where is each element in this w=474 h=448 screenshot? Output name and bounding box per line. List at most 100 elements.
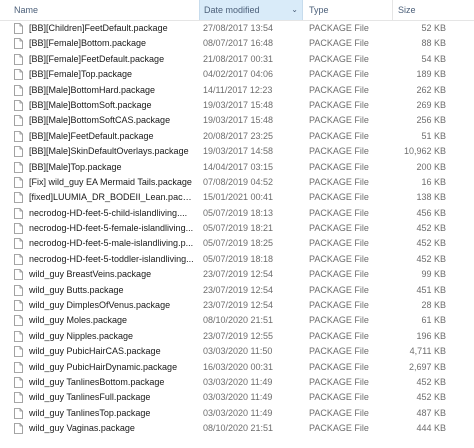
file-name: wild_guy BreastVeins.package: [29, 269, 152, 280]
file-date-modified: 03/03/2020 11:49: [203, 376, 273, 387]
file-size: 138 KB: [416, 192, 446, 203]
file-date-modified: 23/07/2019 12:54: [203, 269, 274, 280]
file-type: PACKAGE File: [309, 284, 369, 295]
file-type: PACKAGE File: [309, 407, 369, 418]
file-size: 16 KB: [421, 176, 446, 187]
file-row[interactable]: necrodog-HD-feet-5-toddler-islandliving.…: [0, 252, 474, 267]
file-type: PACKAGE File: [309, 223, 369, 234]
file-row[interactable]: wild_guy TanlinesBottom.package 03/03/202…: [0, 375, 474, 390]
file-row[interactable]: wild_guy PubicHairDynamic.package 16/03/2…: [0, 360, 474, 375]
file-name: necrodog-HD-feet-5-child-islandliving...…: [29, 207, 188, 218]
file-date-modified: 21/08/2017 00:31: [203, 53, 274, 64]
file-row[interactable]: wild_guy PubicHairCAS.package 03/03/2020 …: [0, 344, 474, 359]
file-name: [BB][Male]SkinDefaultOverlays.package: [29, 146, 189, 157]
file-row[interactable]: wild_guy Butts.package 23/07/2019 12:54 PA…: [0, 283, 474, 298]
file-date-modified: 14/04/2017 03:15: [203, 161, 274, 172]
column-header-date-label: Date modified: [204, 5, 260, 15]
file-size: 200 KB: [416, 161, 446, 172]
file-type: PACKAGE File: [309, 423, 369, 434]
file-size: 452 KB: [416, 238, 446, 249]
file-type: PACKAGE File: [309, 346, 369, 357]
file-type: PACKAGE File: [309, 330, 369, 341]
file-row[interactable]: wild_guy BreastVeins.package 23/07/2019 1…: [0, 267, 474, 282]
file-name: [BB][Female]Bottom.package: [29, 38, 147, 49]
file-name: [fixed]LUUMIA_DR_BODEII_Lean.package: [29, 192, 195, 203]
file-name: [BB][Female]Top.package: [29, 69, 133, 80]
blank-document-icon: [14, 361, 23, 373]
blank-document-icon: [14, 23, 23, 34]
file-date-modified: 23/07/2019 12:54: [203, 284, 274, 295]
file-name: [BB][Female]FeetDefault.package: [29, 53, 165, 64]
file-date-modified: 05/07/2019 18:25: [203, 238, 274, 249]
file-name: [BB][Male]BottomSoftCAS.package: [29, 115, 171, 126]
file-date-modified: 07/08/2019 04:52: [203, 176, 274, 187]
file-type: PACKAGE File: [309, 53, 369, 64]
file-row[interactable]: [BB][Female]FeetDefault.package 21/08/201…: [0, 52, 474, 67]
file-date-modified: 15/01/2021 00:41: [203, 192, 274, 203]
column-header-date-modified[interactable]: Date modified ⌄: [199, 0, 303, 20]
file-date-modified: 19/03/2017 15:48: [203, 99, 274, 110]
file-name: wild_guy TanlinesTop.package: [29, 407, 151, 418]
blank-document-icon: [14, 69, 23, 81]
blank-document-icon: [14, 330, 23, 342]
file-name: necrodog-HD-feet-5-toddler-islandliving.…: [29, 253, 194, 264]
file-row[interactable]: [Fix] wild_guy EA Mermaid Tails.package 0…: [0, 175, 474, 190]
file-row[interactable]: wild_guy Vaginas.package 08/10/2020 21:51…: [0, 421, 474, 436]
file-row[interactable]: [BB][Children]FeetDefault.package 27/08/2…: [0, 21, 474, 36]
blank-document-icon: [14, 53, 23, 65]
file-name: wild_guy TanlinesBottom.package: [29, 376, 165, 387]
chevron-down-icon[interactable]: ⌄: [291, 0, 298, 20]
file-row[interactable]: necrodog-HD-feet-5-female-islandliving..…: [0, 221, 474, 236]
blank-document-icon: [14, 300, 23, 311]
blank-document-icon: [14, 146, 23, 158]
file-size: 54 KB: [421, 53, 446, 64]
file-name: necrodog-HD-feet-5-female-islandliving..…: [29, 223, 194, 234]
blank-document-icon: [14, 130, 23, 142]
file-size: 189 KB: [416, 69, 446, 80]
file-row[interactable]: necrodog-HD-feet-5-male-islandliving.p..…: [0, 236, 474, 251]
file-size: 99 KB: [421, 269, 446, 280]
file-row[interactable]: wild_guy Moles.package 08/10/2020 21:51 PA…: [0, 313, 474, 328]
file-row[interactable]: [BB][Male]BottomSoft.package 19/03/2017 1…: [0, 98, 474, 113]
file-row[interactable]: [BB][Male]BottomHard.package 14/11/2017 1…: [0, 83, 474, 98]
file-date-modified: 03/03/2020 11:50: [203, 346, 273, 357]
file-row[interactable]: [fixed]LUUMIA_DR_BODEII_Lean.package 15/0…: [0, 190, 474, 205]
blank-document-icon: [14, 269, 23, 281]
file-type: PACKAGE File: [309, 253, 369, 264]
file-row[interactable]: wild_guy TanlinesFull.package 03/03/2020 …: [0, 390, 474, 405]
blank-document-icon: [14, 315, 23, 327]
file-row[interactable]: [BB][Male]SkinDefaultOverlays.package 19/…: [0, 144, 474, 159]
file-name: wild_guy Nipples.package: [29, 330, 134, 341]
file-size: 256 KB: [416, 115, 446, 126]
file-date-modified: 03/03/2020 11:49: [203, 392, 273, 403]
file-size: 61 KB: [421, 315, 446, 326]
file-size: 2,697 KB: [408, 361, 446, 372]
file-size: 52 KB: [421, 23, 446, 33]
file-type: PACKAGE File: [309, 392, 369, 403]
column-header-name[interactable]: Name: [10, 0, 196, 20]
blank-document-icon: [14, 238, 23, 250]
file-row[interactable]: wild_guy DimplesOfVenus.package 23/07/201…: [0, 298, 474, 313]
file-row[interactable]: [BB][Female]Bottom.package 08/07/2017 16:…: [0, 36, 474, 51]
file-name: wild_guy Butts.package: [29, 284, 124, 295]
file-name: wild_guy PubicHairCAS.package: [29, 346, 161, 357]
file-row[interactable]: wild_guy Nipples.package 23/07/2019 12:55…: [0, 329, 474, 344]
file-size: 487 KB: [416, 407, 446, 418]
file-row[interactable]: [BB][Female]Top.package 04/02/2017 04:06 P…: [0, 67, 474, 82]
file-name: [BB][Male]BottomSoft.package: [29, 99, 152, 110]
file-name: [BB][Male]Top.package: [29, 161, 122, 172]
file-size: 196 KB: [416, 330, 446, 341]
blank-document-icon: [14, 253, 23, 265]
column-header-size[interactable]: Size: [394, 0, 474, 20]
blank-document-icon: [14, 346, 23, 358]
file-date-modified: 05/07/2019 18:18: [203, 253, 274, 264]
file-row[interactable]: [BB][Male]FeetDefault.package 20/08/2017 …: [0, 129, 474, 144]
column-header-type[interactable]: Type: [305, 0, 393, 20]
file-row[interactable]: [BB][Male]BottomSoftCAS.package 19/03/201…: [0, 113, 474, 128]
file-row[interactable]: [BB][Male]Top.package 14/04/2017 03:15 PAC…: [0, 160, 474, 175]
file-row[interactable]: necrodog-HD-feet-5-child-islandliving...…: [0, 206, 474, 221]
file-type: PACKAGE File: [309, 38, 369, 49]
file-row[interactable]: wild_guy TanlinesTop.package 03/03/2020 1…: [0, 406, 474, 421]
file-name: [BB][Male]FeetDefault.package: [29, 130, 154, 141]
file-size: 51 KB: [421, 130, 446, 141]
